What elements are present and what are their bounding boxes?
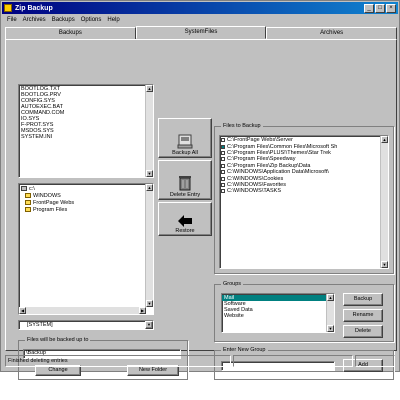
- backup-all-label: Backup All: [172, 150, 198, 156]
- file-entry-path: C:\Program Files\Zip Backup\Data: [227, 162, 311, 169]
- drive-select-value: [SYSTEM]: [27, 322, 53, 328]
- folder-label: c:\: [29, 185, 35, 192]
- files-list-scrollbar[interactable]: ▲ ▼: [380, 136, 388, 268]
- folder-icon: [25, 193, 31, 198]
- scroll-down-icon[interactable]: ▼: [146, 170, 153, 177]
- dropdown-arrow-icon[interactable]: ▼: [145, 321, 153, 329]
- entry-checkbox[interactable]: [221, 170, 225, 175]
- folder-tree-hscrollbar[interactable]: ◀ ▶: [19, 307, 146, 314]
- backup-destination-label: Files will be backed up to: [25, 337, 91, 344]
- entry-checkbox[interactable]: [221, 144, 225, 149]
- group-delete-button[interactable]: Delete: [343, 325, 383, 338]
- restore-icon: [178, 215, 192, 227]
- folder-tree-item[interactable]: WINDOWS: [19, 192, 153, 199]
- scroll-up-icon[interactable]: ▲: [327, 294, 334, 301]
- tab-strip: Backups SystemFiles Archives: [5, 26, 398, 39]
- files-to-backup-label: Files to Backup: [221, 123, 263, 130]
- files-to-backup-group: Files to Backup C:\FrontPage Webs\Server…: [214, 123, 394, 274]
- folder-label: WINDOWS: [33, 192, 61, 199]
- entry-checkbox[interactable]: [221, 182, 225, 187]
- tab-backups[interactable]: Backups: [5, 27, 136, 39]
- file-entry-path: C:\Program Files\PLUS!\Themes\Star Trek: [227, 149, 331, 156]
- trash-icon: [179, 176, 191, 191]
- folder-icon: [25, 200, 31, 205]
- title-bar: Zip Backup _ □ ×: [2, 2, 398, 14]
- group-rename-button[interactable]: Rename: [343, 309, 383, 322]
- folder-tree-item[interactable]: FrontPage Webs: [19, 199, 153, 206]
- menu-archives[interactable]: Archives: [23, 15, 46, 25]
- file-entry-path: C:\WINDOWS\TASKS: [227, 188, 281, 195]
- entry-checkbox[interactable]: [221, 157, 225, 162]
- drive-select[interactable]: [SYSTEM] ▼: [18, 320, 154, 330]
- file-entry-path: C:\Program Files\Speedway: [227, 156, 296, 163]
- scroll-right-icon[interactable]: ▶: [139, 307, 146, 314]
- scroll-down-icon[interactable]: ▼: [146, 300, 153, 307]
- entry-checkbox[interactable]: [221, 150, 225, 155]
- delete-entry-button[interactable]: Delete Entry: [158, 160, 212, 200]
- groups-list[interactable]: Mail Software Saved Data Website ▲ ▼: [221, 293, 335, 333]
- folder-tree-scrollbar[interactable]: ▲ ▼: [145, 184, 153, 307]
- file-entry-path: C:\FrontPage Webs\Server: [227, 137, 293, 144]
- delete-entry-label: Delete Entry: [169, 192, 201, 198]
- folder-label: Program Files: [33, 206, 68, 213]
- system-file-item[interactable]: SYSTEM.INI: [21, 134, 151, 140]
- main-window: Zip Backup _ □ × File Archives Backups O…: [0, 0, 400, 380]
- groups-list-scrollbar[interactable]: ▲ ▼: [326, 294, 334, 332]
- groups-label: Groups: [221, 281, 244, 288]
- file-entry-path: C:\WINDOWS\Application Data\Microsoft\: [227, 169, 329, 176]
- entry-checkbox[interactable]: [221, 189, 225, 194]
- folder-label: FrontPage Webs: [33, 199, 75, 206]
- status-bar: Finished deleting entries: [5, 355, 397, 367]
- menu-options[interactable]: Options: [81, 15, 102, 25]
- app-icon: [4, 4, 12, 12]
- folder-tree-item[interactable]: c:\: [19, 185, 153, 192]
- menu-bar: File Archives Backups Options Help: [3, 15, 120, 25]
- minimize-button[interactable]: _: [364, 3, 374, 13]
- file-entry-row[interactable]: C:\WINDOWS\TASKS: [220, 188, 388, 194]
- folder-tree-item[interactable]: Program Files: [19, 206, 153, 213]
- backup-icon: [177, 134, 193, 149]
- status-pane-2: [355, 355, 395, 367]
- maximize-button[interactable]: □: [375, 3, 385, 13]
- restore-button[interactable]: Restore: [158, 202, 212, 236]
- tab-archives[interactable]: Archives: [266, 27, 398, 39]
- backup-all-button[interactable]: Backup All: [158, 118, 212, 158]
- menu-backups[interactable]: Backups: [52, 15, 75, 25]
- file-entry-path: C:\Program Files\Common Files\Microsoft …: [227, 143, 338, 150]
- entry-checkbox[interactable]: [221, 138, 225, 143]
- tab-panel: BOOTLOG.TXT BOOTLOG.PRV CONFIG.SYS AUTOEXEC…: [5, 39, 397, 380]
- files-to-backup-list[interactable]: C:\FrontPage Webs\Server C:\Program Files…: [219, 135, 389, 269]
- close-button[interactable]: ×: [386, 3, 396, 13]
- system-files-scrollbar[interactable]: ▲ ▼: [145, 85, 153, 177]
- groups-group: Groups Mail Software Saved Data Website ▲ ▼…: [214, 281, 394, 342]
- tab-systemfiles[interactable]: SystemFiles: [135, 26, 267, 39]
- file-entry-path: C:\WINDOWS\Cookies: [227, 175, 284, 182]
- group-item[interactable]: Website: [222, 313, 327, 319]
- group-backup-button[interactable]: Backup: [343, 293, 383, 306]
- restore-label: Restore: [175, 228, 195, 234]
- entry-checkbox[interactable]: [221, 163, 225, 168]
- scroll-down-icon[interactable]: ▼: [327, 325, 334, 332]
- scroll-up-icon[interactable]: ▲: [146, 85, 153, 92]
- scroll-down-icon[interactable]: ▼: [381, 261, 388, 268]
- scroll-up-icon[interactable]: ▲: [381, 136, 388, 143]
- drive-icon: [21, 186, 27, 191]
- menu-file[interactable]: File: [7, 15, 17, 25]
- scroll-up-icon[interactable]: ▲: [146, 184, 153, 191]
- folder-tree[interactable]: c:\ WINDOWS FrontPage Webs Program Files ▲ …: [18, 183, 154, 315]
- status-message: Finished deleting entries: [5, 355, 231, 367]
- menu-help[interactable]: Help: [107, 15, 119, 25]
- scroll-left-icon[interactable]: ◀: [19, 307, 26, 314]
- new-group-label: Enter New Group: [221, 347, 268, 354]
- entry-checkbox[interactable]: [221, 176, 225, 181]
- status-pane: [233, 355, 353, 367]
- system-files-list[interactable]: BOOTLOG.TXT BOOTLOG.PRV CONFIG.SYS AUTOEXEC…: [18, 84, 154, 178]
- window-title: Zip Backup: [15, 4, 53, 12]
- folder-icon: [25, 207, 31, 212]
- file-entry-path: C:\WINDOWS\Favorites: [227, 181, 286, 188]
